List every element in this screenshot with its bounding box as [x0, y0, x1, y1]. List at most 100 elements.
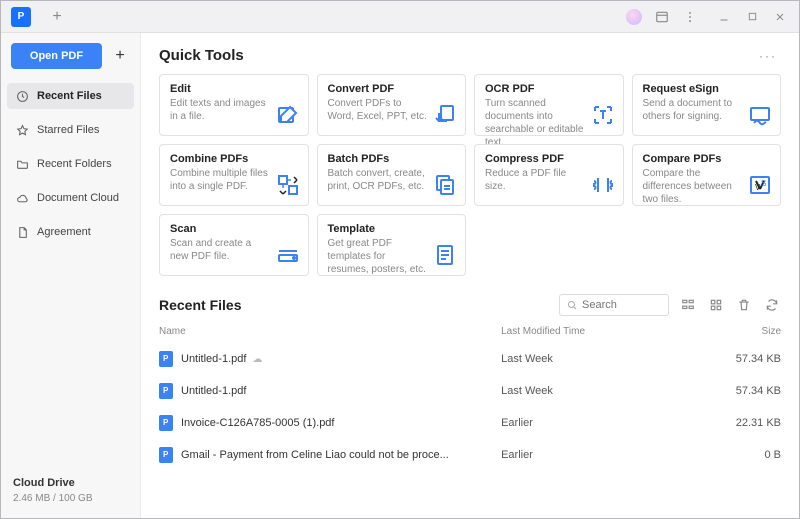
col-mod: Last Modified Time: [501, 326, 688, 337]
sidebar-item-recent-files[interactable]: Recent Files: [7, 83, 134, 109]
tool-compare-pdfs[interactable]: Compare PDFsCompare the differences betw…: [632, 144, 782, 206]
compare-icon: VS: [748, 173, 772, 197]
tool-title: Convert PDF: [328, 83, 456, 95]
convert-icon: [433, 103, 457, 127]
tool-title: Request eSign: [643, 83, 771, 95]
file-modified: Earlier: [501, 417, 688, 429]
tool-title: Compress PDF: [485, 153, 613, 165]
search-input[interactable]: [582, 299, 662, 311]
delete-icon[interactable]: [735, 296, 753, 314]
tool-scan[interactable]: Scan Scan and create a new PDF file.: [159, 214, 309, 276]
ocr-icon: [591, 103, 615, 127]
tool-template[interactable]: Template Get great PDF templates for resu…: [317, 214, 467, 276]
maximize-button[interactable]: [741, 7, 763, 27]
tool-title: OCR PDF: [485, 83, 613, 95]
tool-compress-pdf[interactable]: Compress PDF Reduce a PDF file size.: [474, 144, 624, 206]
open-pdf-button[interactable]: Open PDF: [11, 43, 102, 69]
file-size: 57.34 KB: [688, 353, 781, 365]
tool-title: Template: [328, 223, 456, 235]
scan-icon: [276, 243, 300, 267]
theme-bubble-icon[interactable]: [623, 7, 645, 27]
tool-desc: Get great PDF templates for resumes, pos…: [328, 237, 428, 276]
tool-desc: Batch convert, create, print, OCR PDFs, …: [328, 167, 428, 193]
tool-title: Scan: [170, 223, 298, 235]
search-box[interactable]: [559, 294, 669, 316]
file-size: 57.34 KB: [688, 385, 781, 397]
cloud-drive-quota: 2.46 MB / 100 GB: [13, 493, 128, 504]
file-name: Invoice-C126A785-0005 (1).pdf: [181, 417, 501, 429]
sidebar-item-label: Recent Files: [37, 90, 102, 102]
combine-icon: [276, 173, 300, 197]
tool-batch-pdfs[interactable]: Batch PDFsBatch convert, create, print, …: [317, 144, 467, 206]
file-row[interactable]: Invoice-C126A785-0005 (1).pdfEarlier22.3…: [159, 407, 781, 439]
quick-tools-more-button[interactable]: ···: [755, 49, 781, 63]
file-modified: Earlier: [501, 449, 688, 461]
sidebar-item-recent-folders[interactable]: Recent Folders: [7, 151, 134, 177]
tool-desc: Combine multiple files into a single PDF…: [170, 167, 270, 193]
cloud-icon: ☁: [252, 354, 262, 365]
col-size: Size: [688, 326, 781, 337]
svg-text:S: S: [761, 179, 766, 188]
sidebar: Open PDF + Recent Files Starred Files Rece…: [1, 33, 141, 518]
pdf-file-icon: [159, 351, 173, 367]
folder-icon: [15, 157, 29, 171]
sidebar-item-label: Document Cloud: [37, 192, 119, 204]
tool-desc: Send a document to others for signing.: [643, 97, 743, 123]
panel-icon[interactable]: [651, 7, 673, 27]
file-name: Untitled-1.pdf: [181, 385, 501, 397]
pdf-file-icon: [159, 447, 173, 463]
sidebar-item-label: Recent Folders: [37, 158, 112, 170]
main-content: Quick Tools ··· Edit Edit texts and image…: [141, 33, 799, 518]
refresh-icon[interactable]: [763, 296, 781, 314]
tool-request-esign[interactable]: Request eSign Send a document to others f…: [632, 74, 782, 136]
minimize-button[interactable]: [713, 7, 735, 27]
search-icon: [566, 299, 578, 311]
view-grid-icon[interactable]: [707, 296, 725, 314]
file-size: 0 B: [688, 449, 781, 461]
sidebar-item-agreement[interactable]: Agreement: [7, 219, 134, 245]
file-modified: Last Week: [501, 353, 688, 365]
tool-convert-pdf[interactable]: Convert PDF Convert PDFs to Word, Excel, …: [317, 74, 467, 136]
edit-icon: [276, 103, 300, 127]
tool-desc: Turn scanned documents into searchable o…: [485, 97, 585, 149]
add-button[interactable]: +: [110, 46, 130, 66]
titlebar: P +: [1, 1, 799, 33]
doc-icon: [15, 225, 29, 239]
tool-title: Combine PDFs: [170, 153, 298, 165]
sidebar-item-document-cloud[interactable]: Document Cloud: [7, 185, 134, 211]
batch-icon: [433, 173, 457, 197]
app-logo: P: [11, 7, 31, 27]
clock-icon: [15, 89, 29, 103]
cloud-drive-label: Cloud Drive: [13, 477, 128, 489]
new-tab-button[interactable]: +: [47, 7, 67, 27]
file-row[interactable]: Untitled-1.pdf☁Last Week57.34 KB: [159, 343, 781, 375]
sidebar-item-starred-files[interactable]: Starred Files: [7, 117, 134, 143]
sidebar-item-label: Starred Files: [37, 124, 99, 136]
kebab-menu-icon[interactable]: [679, 7, 701, 27]
tool-title: Compare PDFs: [643, 153, 771, 165]
pdf-file-icon: [159, 415, 173, 431]
file-row[interactable]: Untitled-1.pdfLast Week57.34 KB: [159, 375, 781, 407]
tool-desc: Edit texts and images in a file.: [170, 97, 270, 123]
file-name: Gmail - Payment from Celine Liao could n…: [181, 449, 501, 461]
tool-desc: Convert PDFs to Word, Excel, PPT, etc.: [328, 97, 428, 123]
file-row[interactable]: Gmail - Payment from Celine Liao could n…: [159, 439, 781, 471]
tool-desc: Reduce a PDF file size.: [485, 167, 585, 193]
close-button[interactable]: [769, 7, 791, 27]
cloud-icon: [15, 191, 29, 205]
file-name: Untitled-1.pdf☁: [181, 353, 501, 365]
recent-files-title: Recent Files: [159, 297, 241, 313]
sidebar-item-label: Agreement: [37, 226, 91, 238]
tool-ocr-pdf[interactable]: OCR PDFTurn scanned documents into searc…: [474, 74, 624, 136]
tool-combine-pdfs[interactable]: Combine PDFs Combine multiple files into …: [159, 144, 309, 206]
compress-icon: [591, 173, 615, 197]
pdf-file-icon: [159, 383, 173, 399]
tool-desc: Scan and create a new PDF file.: [170, 237, 270, 263]
file-modified: Last Week: [501, 385, 688, 397]
quick-tools-title: Quick Tools: [159, 47, 244, 64]
tool-edit[interactable]: Edit Edit texts and images in a file.: [159, 74, 309, 136]
file-size: 22.31 KB: [688, 417, 781, 429]
col-name: Name: [159, 326, 501, 337]
tool-title: Edit: [170, 83, 298, 95]
view-list-icon[interactable]: [679, 296, 697, 314]
